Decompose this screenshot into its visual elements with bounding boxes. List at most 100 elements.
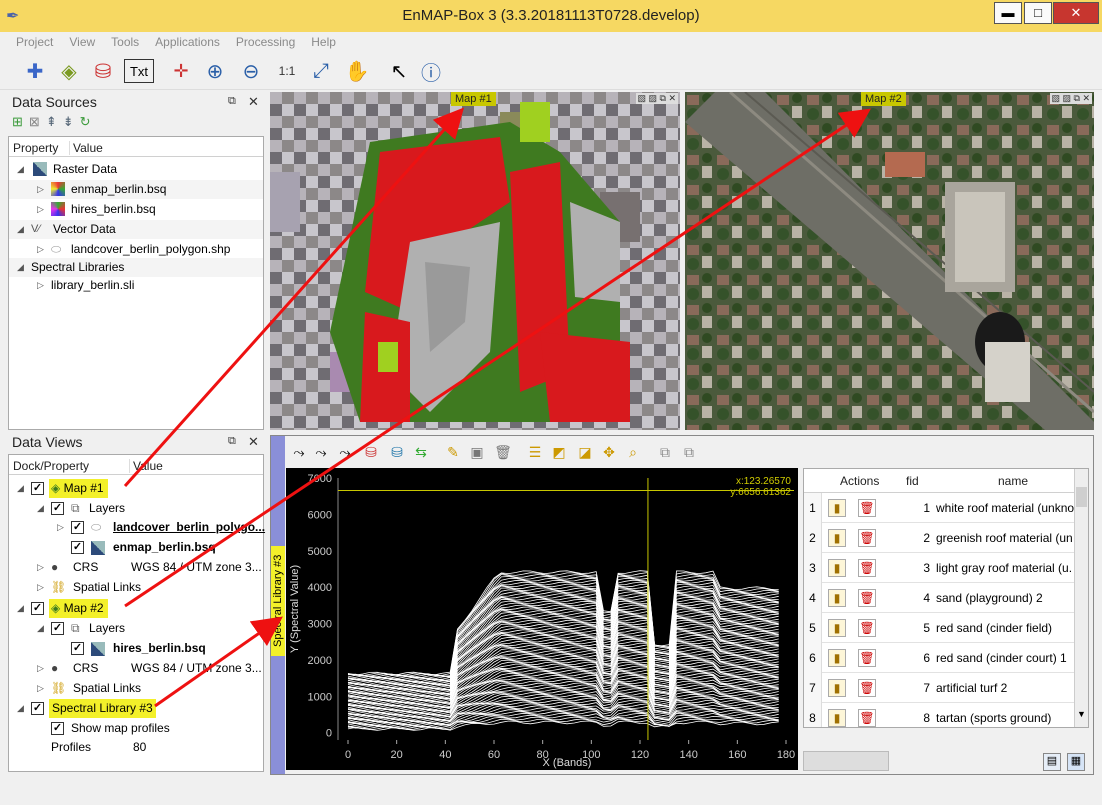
layers-checkbox[interactable]: ✓ <box>51 502 64 515</box>
speclib-side-tab[interactable]: Spectral Library #3 <box>271 436 285 774</box>
map2-canvas[interactable]: Map #2 ▧ ▨ ⧉ ✕ <box>685 92 1094 430</box>
profile-add-current-icon[interactable]: ⤳ <box>335 442 355 462</box>
open-speclib-icon[interactable]: ⛁ <box>88 56 118 86</box>
row-number[interactable]: 2 <box>804 523 822 553</box>
tree-speclib[interactable]: ◢ ✓ Spectral Library #3 <box>9 699 263 718</box>
row-number[interactable]: 3 <box>804 553 822 583</box>
edit-icon[interactable]: ✎ <box>443 442 463 462</box>
brush-icon[interactable]: ▮ <box>828 559 846 577</box>
table-row[interactable]: 2 ▮ 🗑 2 greenish roof material (un <box>804 523 1074 553</box>
tree-layers1[interactable]: ◢ ✓ ⧉ Layers <box>9 499 263 518</box>
tree-layers2[interactable]: ◢ ✓ ⧉ Layers <box>9 619 263 638</box>
delete-row-icon[interactable]: 🗑 <box>858 589 876 607</box>
collapsed-arrow-icon[interactable]: ▷ <box>37 180 44 199</box>
show-profiles-checkbox[interactable]: ✓ <box>51 722 64 735</box>
maximize-button[interactable]: □ <box>1024 2 1052 24</box>
brush-icon[interactable]: ▮ <box>828 709 846 727</box>
menu-processing[interactable]: Processing <box>228 32 303 52</box>
brush-icon[interactable]: ▮ <box>828 619 846 637</box>
tree-layer-enmap[interactable]: ✓ enmap_berlin.bsq <box>9 538 263 557</box>
tree-item-hires[interactable]: ▷ hires_berlin.bsq <box>9 200 263 219</box>
map1-checkbox[interactable]: ✓ <box>31 482 44 495</box>
row-number[interactable]: 4 <box>804 583 822 613</box>
expand-arrow-icon[interactable]: ◢ <box>17 160 24 179</box>
collapse-icon[interactable]: ⇞ <box>46 114 63 129</box>
expand-arrow-icon[interactable]: ◢ <box>17 258 24 277</box>
menu-view[interactable]: View <box>61 32 103 52</box>
zoom-in-icon[interactable]: ⊕ <box>200 56 230 86</box>
close-button[interactable]: ✕ <box>1053 2 1099 24</box>
paste-icon[interactable]: ⧉ <box>679 442 699 462</box>
expand-arrow-icon[interactable]: ◢ <box>17 220 24 239</box>
layer-checkbox[interactable]: ✓ <box>71 541 84 554</box>
close-dock-icon[interactable]: ✕ <box>248 94 259 110</box>
tree-map1[interactable]: ◢ ✓ ◈ Map #1 <box>9 479 263 498</box>
tree-links2[interactable]: ▷ ⛓ Spatial Links <box>9 679 263 698</box>
layer-checkbox[interactable]: ✓ <box>71 521 84 534</box>
tree-vector-group[interactable]: ◢ V⁄ Vector Data <box>9 220 263 239</box>
delete-row-icon[interactable]: 🗑 <box>858 679 876 697</box>
expand-icon[interactable]: ⇟ <box>63 114 80 129</box>
tree-speclib-group[interactable]: ◢ Spectral Libraries <box>9 258 263 277</box>
delete-row-icon[interactable]: 🗑 <box>858 499 876 517</box>
map2-tag[interactable]: Map #2 <box>861 92 906 106</box>
add-source-icon[interactable]: ⊞ <box>12 114 29 129</box>
table-row[interactable]: 7 ▮ 🗑 7 artificial turf 2 <box>804 673 1074 703</box>
speclib-checkbox[interactable]: ✓ <box>31 702 44 715</box>
save-icon[interactable]: ▣ <box>467 442 487 462</box>
zoom-selection-icon[interactable]: ⌕ <box>623 442 643 462</box>
identify-icon[interactable]: ⓘ <box>416 56 446 86</box>
tree-crs2[interactable]: ▷ ● CRS WGS 84 / UTM zone 3... <box>9 659 263 678</box>
map2-dock-buttons[interactable]: ▧ ▨ ⧉ ✕ <box>1049 93 1092 104</box>
tree-layer-hires[interactable]: ✓ hires_berlin.bsq <box>9 639 263 658</box>
table-row[interactable]: 6 ▮ 🗑 6 red sand (cinder court) 1 <box>804 643 1074 673</box>
minimize-button[interactable]: ▬ <box>994 2 1022 24</box>
delete-icon[interactable]: 🗑 <box>493 442 513 462</box>
map1-dock-buttons[interactable]: ▧ ▨ ⧉ ✕ <box>635 93 678 104</box>
zoom-out-icon[interactable]: ⊖ <box>236 56 266 86</box>
brush-icon[interactable]: ▮ <box>828 529 846 547</box>
brush-icon[interactable]: ▮ <box>828 679 846 697</box>
row-number[interactable]: 6 <box>804 643 822 673</box>
brush-icon[interactable]: ▮ <box>828 649 846 667</box>
table-row[interactable]: 8 ▮ 🗑 8 tartan (sports ground) <box>804 703 1074 727</box>
import-icon[interactable]: ⛁ <box>361 442 381 462</box>
map1-tag[interactable]: Map #1 <box>451 92 496 106</box>
close-dock-icon[interactable]: ✕ <box>248 434 259 450</box>
menu-project[interactable]: Project <box>8 32 61 52</box>
tree-crs1[interactable]: ▷ ● CRS WGS 84 / UTM zone 3... <box>9 558 263 577</box>
delete-row-icon[interactable]: 🗑 <box>858 649 876 667</box>
tree-links1[interactable]: ▷ ⛓ Spatial Links <box>9 578 263 597</box>
table-icon[interactable]: ☰ <box>525 442 545 462</box>
table-row[interactable]: 3 ▮ 🗑 3 light gray roof material (u. <box>804 553 1074 583</box>
layers-checkbox[interactable]: ✓ <box>51 622 64 635</box>
tree-show-profiles[interactable]: ✓ Show map profiles <box>9 719 263 738</box>
menu-help[interactable]: Help <box>303 32 344 52</box>
tree-raster-group[interactable]: ◢ Raster Data <box>9 160 263 179</box>
remove-source-icon[interactable]: ⊠ <box>29 114 46 129</box>
row-number[interactable]: 7 <box>804 673 822 703</box>
add-data-source-icon[interactable]: ✚ <box>20 56 50 86</box>
text-view-button[interactable]: Txt <box>124 59 154 83</box>
map1-canvas[interactable]: Map #1 ▧ ▨ ⧉ ✕ <box>270 92 680 430</box>
brush-icon[interactable]: ▮ <box>828 499 846 517</box>
layer-checkbox[interactable]: ✓ <box>71 642 84 655</box>
deselect-icon[interactable]: ◪ <box>575 442 595 462</box>
zoom-full-icon[interactable]: ⤢ <box>306 56 336 86</box>
zoom-native-icon[interactable]: 1:1 <box>272 56 302 86</box>
menu-applications[interactable]: Applications <box>147 32 228 52</box>
brush-icon[interactable]: ▮ <box>828 589 846 607</box>
reload-icon[interactable]: ⇆ <box>411 442 431 462</box>
delete-row-icon[interactable]: 🗑 <box>858 559 876 577</box>
tree-item-enmap[interactable]: ▷ enmap_berlin.bsq <box>9 180 263 199</box>
table-row[interactable]: 4 ▮ 🗑 4 sand (playground) 2 <box>804 583 1074 613</box>
map2-checkbox[interactable]: ✓ <box>31 602 44 615</box>
select-profile-icon[interactable]: ↖ <box>384 56 414 86</box>
spectral-plot[interactable]: 0 20 40 60 80 100 120 140 160 180 0 1000 2000 3000 400… <box>286 468 798 770</box>
tree-item-landcover[interactable]: ▷ ⬭ landcover_berlin_polygon.shp <box>9 240 263 259</box>
row-number[interactable]: 8 <box>804 703 822 727</box>
profile-add-auto-icon[interactable]: ⤳ <box>311 442 331 462</box>
collapsed-arrow-icon[interactable]: ▷ <box>37 276 44 295</box>
profile-add-icon[interactable]: ⤳ <box>289 442 309 462</box>
open-map-icon[interactable]: ◈ <box>54 56 84 86</box>
